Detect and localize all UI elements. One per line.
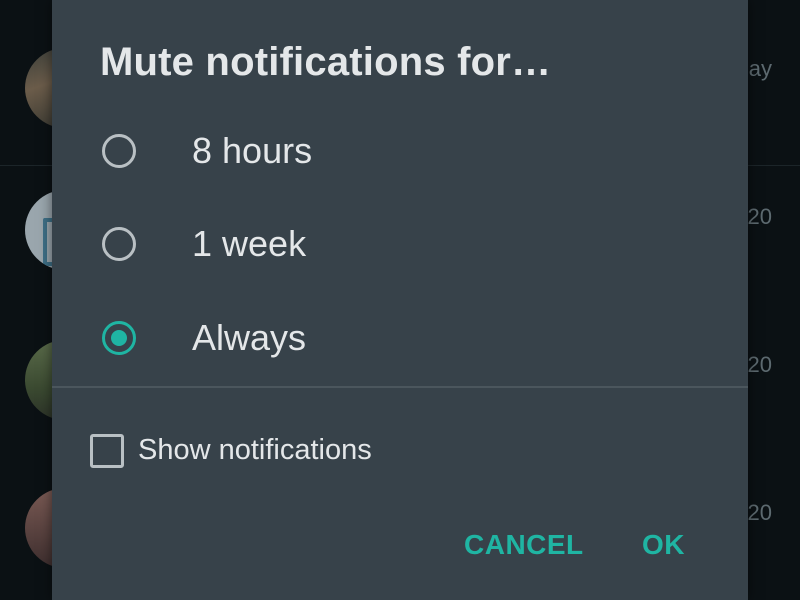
radio-button-selected[interactable] [102, 321, 136, 355]
option-1-week[interactable]: 1 week [52, 201, 748, 293]
show-notifications-row[interactable]: Show notifications [52, 420, 748, 486]
option-label: Always [192, 317, 307, 358]
chat-time: 20 [747, 204, 772, 229]
cancel-button[interactable]: CANCEL [464, 520, 584, 570]
chat-time: ay [748, 56, 772, 81]
dialog-title: Mute notifications for… [100, 40, 552, 84]
option-always[interactable]: Always [52, 295, 748, 387]
screen: ay 20 20 20 Mute notifications for… 8 ho… [0, 0, 800, 600]
ok-button[interactable]: OK [642, 520, 685, 570]
option-label: 8 hours [192, 130, 313, 171]
radio-button[interactable] [102, 227, 136, 261]
divider [52, 386, 748, 388]
chat-time: 20 [747, 500, 772, 525]
show-notifications-checkbox[interactable] [90, 434, 124, 468]
option-label: 1 week [192, 223, 307, 264]
chat-time: 20 [747, 352, 772, 377]
radio-button[interactable] [102, 134, 136, 168]
mute-dialog: Mute notifications for… 8 hours 1 week A… [52, 0, 748, 600]
show-notifications-label: Show notifications [138, 434, 372, 466]
option-8-hours[interactable]: 8 hours [52, 108, 748, 200]
